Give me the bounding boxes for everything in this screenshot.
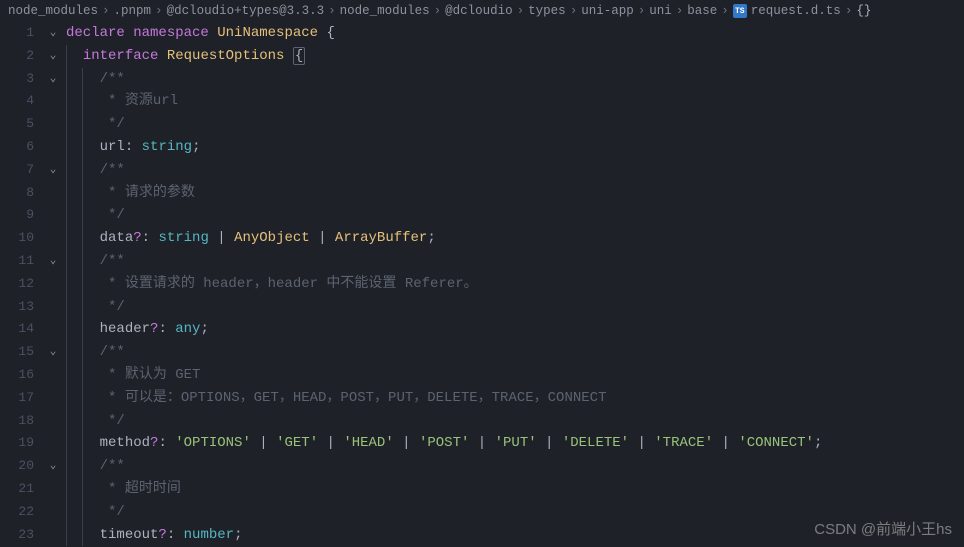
fold-toggle[interactable]: ⌄ <box>44 159 62 182</box>
code-line: data?: string | AnyObject | ArrayBuffer; <box>66 227 964 250</box>
chevron-right-icon: › <box>328 4 336 18</box>
code-line: */ <box>66 501 964 524</box>
code-line: interface RequestOptions { <box>66 45 964 68</box>
code-line: */ <box>66 113 964 136</box>
code-content[interactable]: declare namespace UniNamespace { interfa… <box>62 22 964 547</box>
line-number: 9 <box>0 204 34 227</box>
code-line: */ <box>66 410 964 433</box>
line-number: 17 <box>0 387 34 410</box>
code-line: * 可以是：OPTIONS，GET，HEAD，POST，PUT，DELETE，T… <box>66 387 964 410</box>
chevron-right-icon: › <box>721 4 729 18</box>
breadcrumb-item[interactable]: @dcloudio <box>445 4 513 18</box>
code-line: /** <box>66 341 964 364</box>
breadcrumb-item[interactable]: base <box>687 4 717 18</box>
code-editor[interactable]: 1 2 3 4 5 6 7 8 9 10 11 12 13 14 15 16 1… <box>0 22 964 547</box>
line-number: 5 <box>0 113 34 136</box>
fold-toggle[interactable]: ⌄ <box>44 22 62 45</box>
code-line: /** <box>66 250 964 273</box>
code-line: /** <box>66 455 964 478</box>
fold-toggle[interactable]: ⌄ <box>44 250 62 273</box>
line-number: 3 <box>0 68 34 91</box>
chevron-right-icon: › <box>676 4 684 18</box>
code-line: header?: any; <box>66 318 964 341</box>
chevron-right-icon: › <box>570 4 578 18</box>
code-line: * 设置请求的 header，header 中不能设置 Referer。 <box>66 273 964 296</box>
breadcrumb-item[interactable]: types <box>528 4 566 18</box>
symbol-icon: {} <box>856 4 871 18</box>
breadcrumb-item[interactable]: uni <box>649 4 672 18</box>
line-number: 21 <box>0 478 34 501</box>
line-number: 6 <box>0 136 34 159</box>
code-line: */ <box>66 204 964 227</box>
chevron-right-icon: › <box>155 4 163 18</box>
breadcrumb-item[interactable]: node_modules <box>340 4 430 18</box>
fold-toggle[interactable]: ⌄ <box>44 341 62 364</box>
code-line: /** <box>66 159 964 182</box>
line-number: 13 <box>0 296 34 319</box>
line-number: 15 <box>0 341 34 364</box>
code-line: * 资源url <box>66 90 964 113</box>
line-number: 11 <box>0 250 34 273</box>
fold-toggle[interactable]: ⌄ <box>44 455 62 478</box>
line-number: 23 <box>0 524 34 547</box>
chevron-right-icon: › <box>845 4 853 18</box>
line-number: 14 <box>0 318 34 341</box>
line-number: 16 <box>0 364 34 387</box>
chevron-right-icon: › <box>638 4 646 18</box>
line-number: 19 <box>0 432 34 455</box>
line-number: 20 <box>0 455 34 478</box>
line-number: 8 <box>0 182 34 205</box>
chevron-right-icon: › <box>434 4 442 18</box>
line-number: 7 <box>0 159 34 182</box>
chevron-right-icon: › <box>517 4 525 18</box>
code-line: * 默认为 GET <box>66 364 964 387</box>
breadcrumb-item[interactable]: uni-app <box>581 4 634 18</box>
code-line: */ <box>66 296 964 319</box>
chevron-right-icon: › <box>102 4 110 18</box>
line-number: 2 <box>0 45 34 68</box>
typescript-file-icon: TS <box>733 4 747 18</box>
breadcrumb-item[interactable]: .pnpm <box>114 4 152 18</box>
line-number: 1 <box>0 22 34 45</box>
fold-toggle[interactable]: ⌄ <box>44 68 62 91</box>
code-line: url: string; <box>66 136 964 159</box>
breadcrumb-file[interactable]: request.d.ts <box>751 4 841 18</box>
breadcrumb-item[interactable]: node_modules <box>8 4 98 18</box>
line-number: 22 <box>0 501 34 524</box>
code-line: /** <box>66 68 964 91</box>
breadcrumb: node_modules› .pnpm› @dcloudio+types@3.3… <box>0 0 964 22</box>
breadcrumb-item[interactable]: @dcloudio+types@3.3.3 <box>167 4 325 18</box>
line-number: 12 <box>0 273 34 296</box>
code-line: declare namespace UniNamespace { <box>66 22 964 45</box>
code-line: timeout?: number; <box>66 524 964 547</box>
line-number: 18 <box>0 410 34 433</box>
fold-gutter: ⌄ ⌄ ⌄ ⌄ ⌄ ⌄ ⌄ <box>44 22 62 547</box>
fold-toggle[interactable]: ⌄ <box>44 45 62 68</box>
code-line: method?: 'OPTIONS' | 'GET' | 'HEAD' | 'P… <box>66 432 964 455</box>
code-line: * 超时时间 <box>66 478 964 501</box>
line-number: 4 <box>0 90 34 113</box>
code-line: * 请求的参数 <box>66 182 964 205</box>
line-number: 10 <box>0 227 34 250</box>
line-number-gutter: 1 2 3 4 5 6 7 8 9 10 11 12 13 14 15 16 1… <box>0 22 44 547</box>
